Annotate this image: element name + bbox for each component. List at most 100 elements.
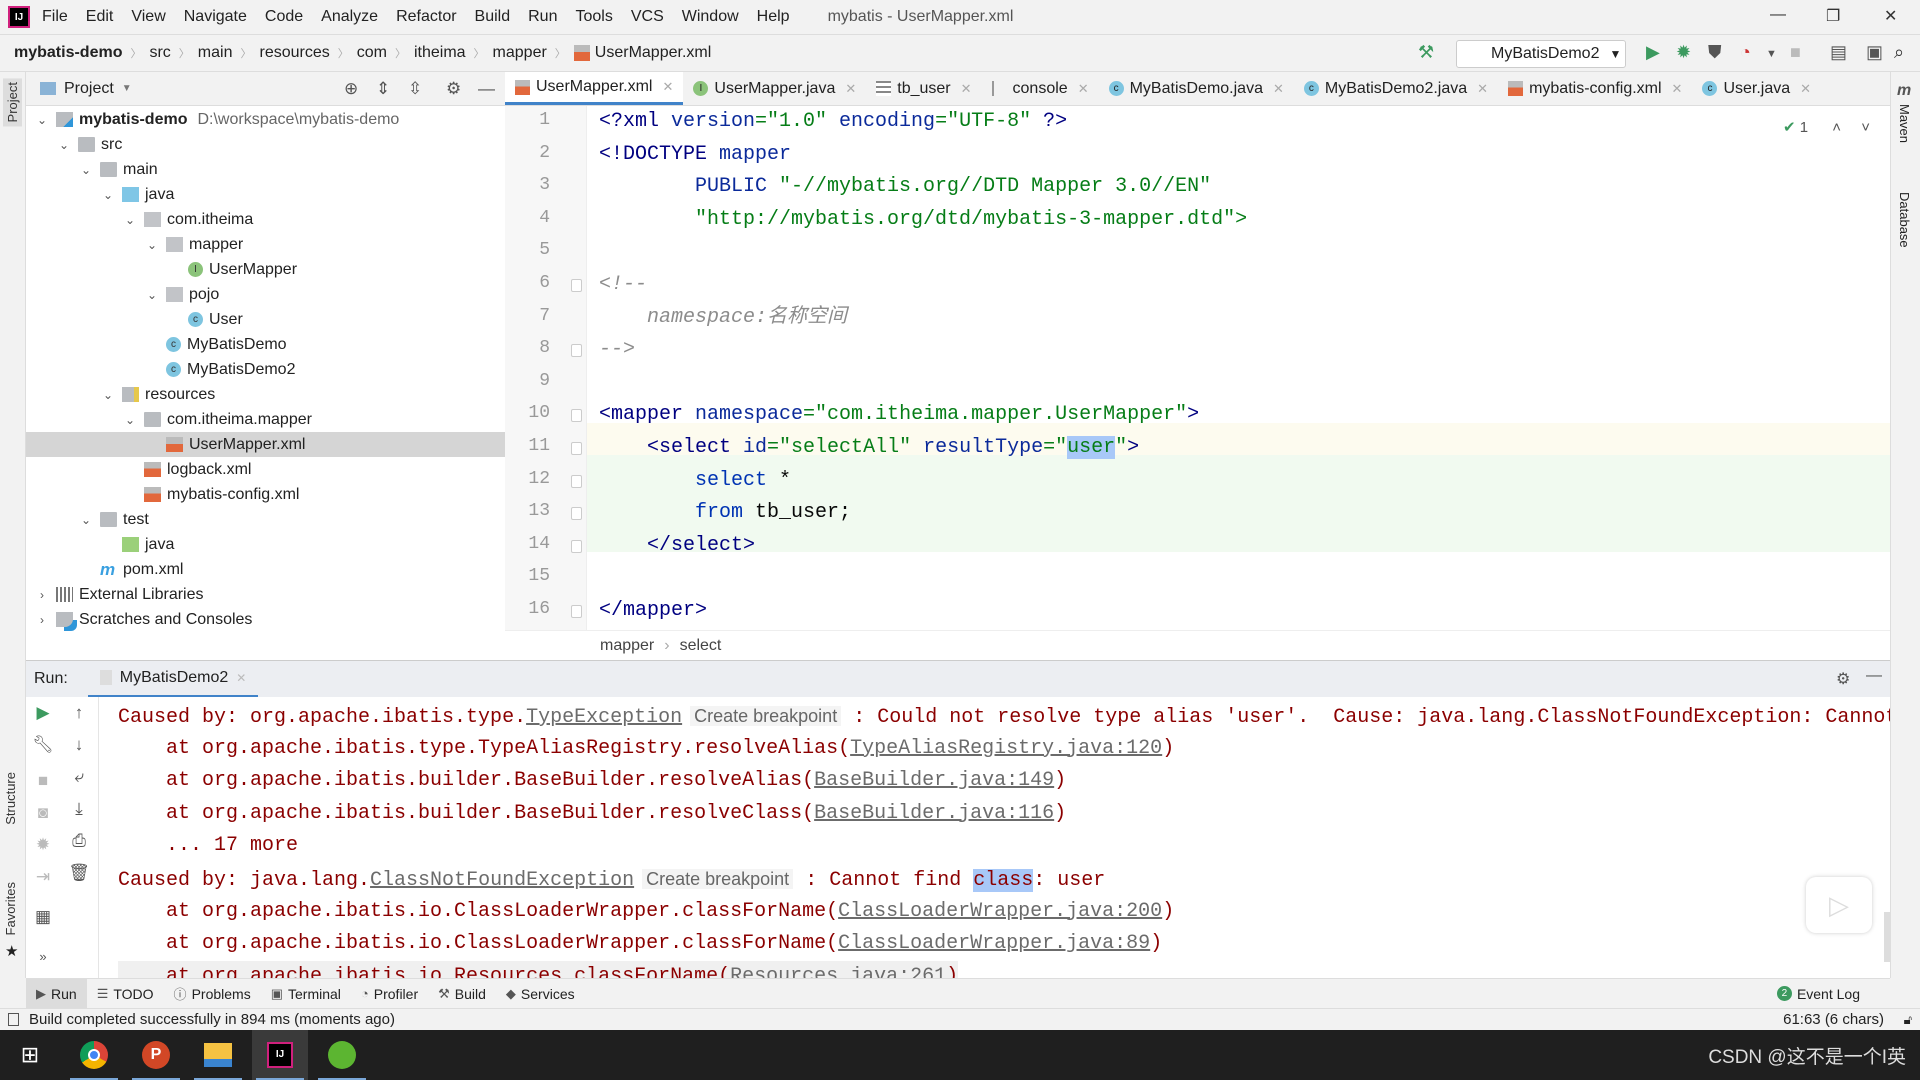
intellij-taskbar-icon[interactable]: IJ [252,1030,308,1080]
tree-item[interactable]: ⌄ java [26,182,505,207]
project-view-select[interactable]: Project [64,80,114,98]
project-tool-button[interactable]: Project [3,78,22,127]
chevron-down-icon[interactable]: ▼ [122,83,132,94]
chevron-down-icon[interactable]: ⌄ [56,138,72,152]
coverage-icon[interactable]: ⛊ [1708,42,1722,63]
stack-trace-link[interactable]: ClassNotFoundException [370,869,634,892]
file-explorer-icon[interactable] [190,1030,246,1080]
tool-tab-build[interactable]: ⚒ Build [428,979,496,1009]
inspection-widget[interactable]: ✔ 1 ˄ ˅ [1783,118,1870,136]
close-icon[interactable]: ✕ [1800,81,1811,97]
tree-item[interactable]: ⌄ main [26,157,505,182]
close-icon[interactable]: ✕ [662,79,673,95]
minimize-button[interactable]: — [1770,6,1786,24]
profile-icon[interactable]: ◔ [1740,42,1751,63]
menu-view[interactable]: View [131,8,165,26]
create-breakpoint-hint[interactable]: Create breakpoint [642,869,794,889]
stack-trace-link[interactable]: TypeAliasRegistry.java:120 [850,737,1162,760]
tab-usermapper-xml[interactable]: UserMapper.xml ✕ [505,72,684,105]
windows-start-icon[interactable]: ⊞ [2,1030,58,1080]
tree-item[interactable]: logback.xml [26,457,505,482]
menu-analyze[interactable]: Analyze [321,8,378,26]
scroll-to-end-icon[interactable]: ⤓ [64,799,94,819]
run-configuration-select[interactable]: MyBatisDemo2 ▼ [1456,40,1626,68]
restore-button[interactable]: ❐ [1826,6,1840,26]
tab-mybatisdemo2-java[interactable]: c MyBatisDemo2.java ✕ [1294,72,1498,105]
tree-item[interactable]: c User [26,307,505,332]
tool-tab-profiler[interactable]: ◔ Profiler [351,979,428,1009]
camera-icon[interactable]: ◙ [28,803,58,823]
tree-item[interactable]: c MyBatisDemo2 [26,357,505,382]
structure-tool-button[interactable]: Structure [3,772,18,825]
menu-vcs[interactable]: VCS [631,8,664,26]
tab-user-java[interactable]: c User.java ✕ [1692,72,1821,105]
collapse-all-icon[interactable]: ⇳ [408,79,422,99]
menu-navigate[interactable]: Navigate [184,8,247,26]
powerpoint-icon[interactable]: P [128,1030,184,1080]
menu-refactor[interactable]: Refactor [396,8,456,26]
chevron-down-icon[interactable]: ⌄ [78,163,94,177]
menu-edit[interactable]: Edit [86,8,114,26]
tab-tb-user[interactable]: tb_user ✕ [866,72,981,105]
tree-item[interactable]: UserMapper.xml [26,432,505,457]
stop-icon[interactable]: ■ [28,771,58,791]
stop-icon[interactable]: ■ [1790,42,1801,63]
run-anything-icon[interactable]: ▣ [1866,42,1883,63]
menu-file[interactable]: File [42,8,68,26]
tool-tab-todo[interactable]: ☰ TODO [87,979,164,1009]
run-icon[interactable]: ▶ [1646,42,1660,63]
tab-console[interactable]: console ✕ [982,72,1099,105]
breadcrumb-item[interactable]: resources [259,44,329,62]
maven-tool-button[interactable]: Maven [1897,104,1912,143]
tree-item[interactable]: ⌄ mybatis-demo D:\workspace\mybatis-demo [26,107,505,132]
fold-marker-icon[interactable] [571,507,582,521]
stack-trace-link[interactable]: Resources.java:261 [730,965,946,978]
crumb-select[interactable]: select [680,637,722,655]
close-icon[interactable]: ✕ [236,671,246,685]
run-tab[interactable]: MyBatisDemo2 ✕ [87,661,259,698]
tree-item[interactable]: ⌄ test [26,507,505,532]
fold-marker-icon[interactable] [571,344,582,358]
close-icon[interactable]: ✕ [961,81,972,97]
wrench-icon[interactable]: 🔧︎ [28,735,58,755]
tree-item[interactable]: m pom.xml [26,557,505,582]
hide-icon[interactable]: — [1866,667,1882,685]
tree-item[interactable]: › Scratches and Consoles [26,607,505,632]
console-scrollbar[interactable] [1884,912,1890,962]
lock-icon[interactable]: 🔓︎ [1904,1012,1912,1028]
menu-tools[interactable]: Tools [575,8,612,26]
debug-icon[interactable]: ✹ [1676,42,1691,63]
arrow-down-icon[interactable]: ↓ [64,735,94,755]
breadcrumb-item[interactable]: mybatis-demo [14,44,122,62]
create-breakpoint-hint[interactable]: Create breakpoint [690,706,842,726]
exit-icon[interactable]: ⇥ [28,867,58,887]
caret-position[interactable]: 61:63 (6 chars) [1783,1011,1884,1028]
chrome-icon[interactable] [66,1030,122,1080]
more-icon[interactable]: » [28,949,58,964]
fold-marker-icon[interactable] [571,474,582,488]
tree-item[interactable]: ⌄ com.itheima [26,207,505,232]
breadcrumb-item[interactable]: itheima [414,44,466,62]
search-icon[interactable]: ⌕ [1894,42,1904,63]
breadcrumb-item[interactable]: UserMapper.xml [595,44,711,62]
chevron-up-icon[interactable]: ˄ [1832,119,1841,136]
tree-item[interactable]: java [26,532,505,557]
chevron-down-icon[interactable]: ⌄ [122,213,138,227]
chevron-right-icon[interactable]: › [34,588,50,602]
stack-trace-link[interactable]: ClassLoaderWrapper.java:89 [838,932,1150,955]
arrow-up-icon[interactable]: ↑ [64,703,94,723]
green-app-icon[interactable] [314,1030,370,1080]
code-editor[interactable]: 1 2 3 4 5 6 7 8 9 10 11 12 13 14 15 16 <?xml version="1… [505,106,1890,630]
breadcrumb-item[interactable]: src [149,44,170,62]
gear-icon[interactable]: ⚙ [446,79,461,99]
print-icon[interactable]: ⎙ [64,831,94,851]
run-console[interactable]: ▶ 🔧︎ ■ ◙ ✹ ⇥ ▦ » ↑ ↓ ⤶ ⤓ ⎙ 🗑︎ Caused by:… [26,697,1890,978]
tree-item[interactable]: ⌄ pojo [26,282,505,307]
menu-code[interactable]: Code [265,8,303,26]
soft-wrap-icon[interactable]: ⤶ [64,767,94,787]
close-icon[interactable]: ✕ [1672,81,1683,97]
fold-marker-icon[interactable] [571,539,582,553]
chevron-down-icon[interactable]: ⌄ [100,188,116,202]
tree-item[interactable]: ⌄ mapper [26,232,505,257]
tree-item[interactable]: › External Libraries [26,582,505,607]
